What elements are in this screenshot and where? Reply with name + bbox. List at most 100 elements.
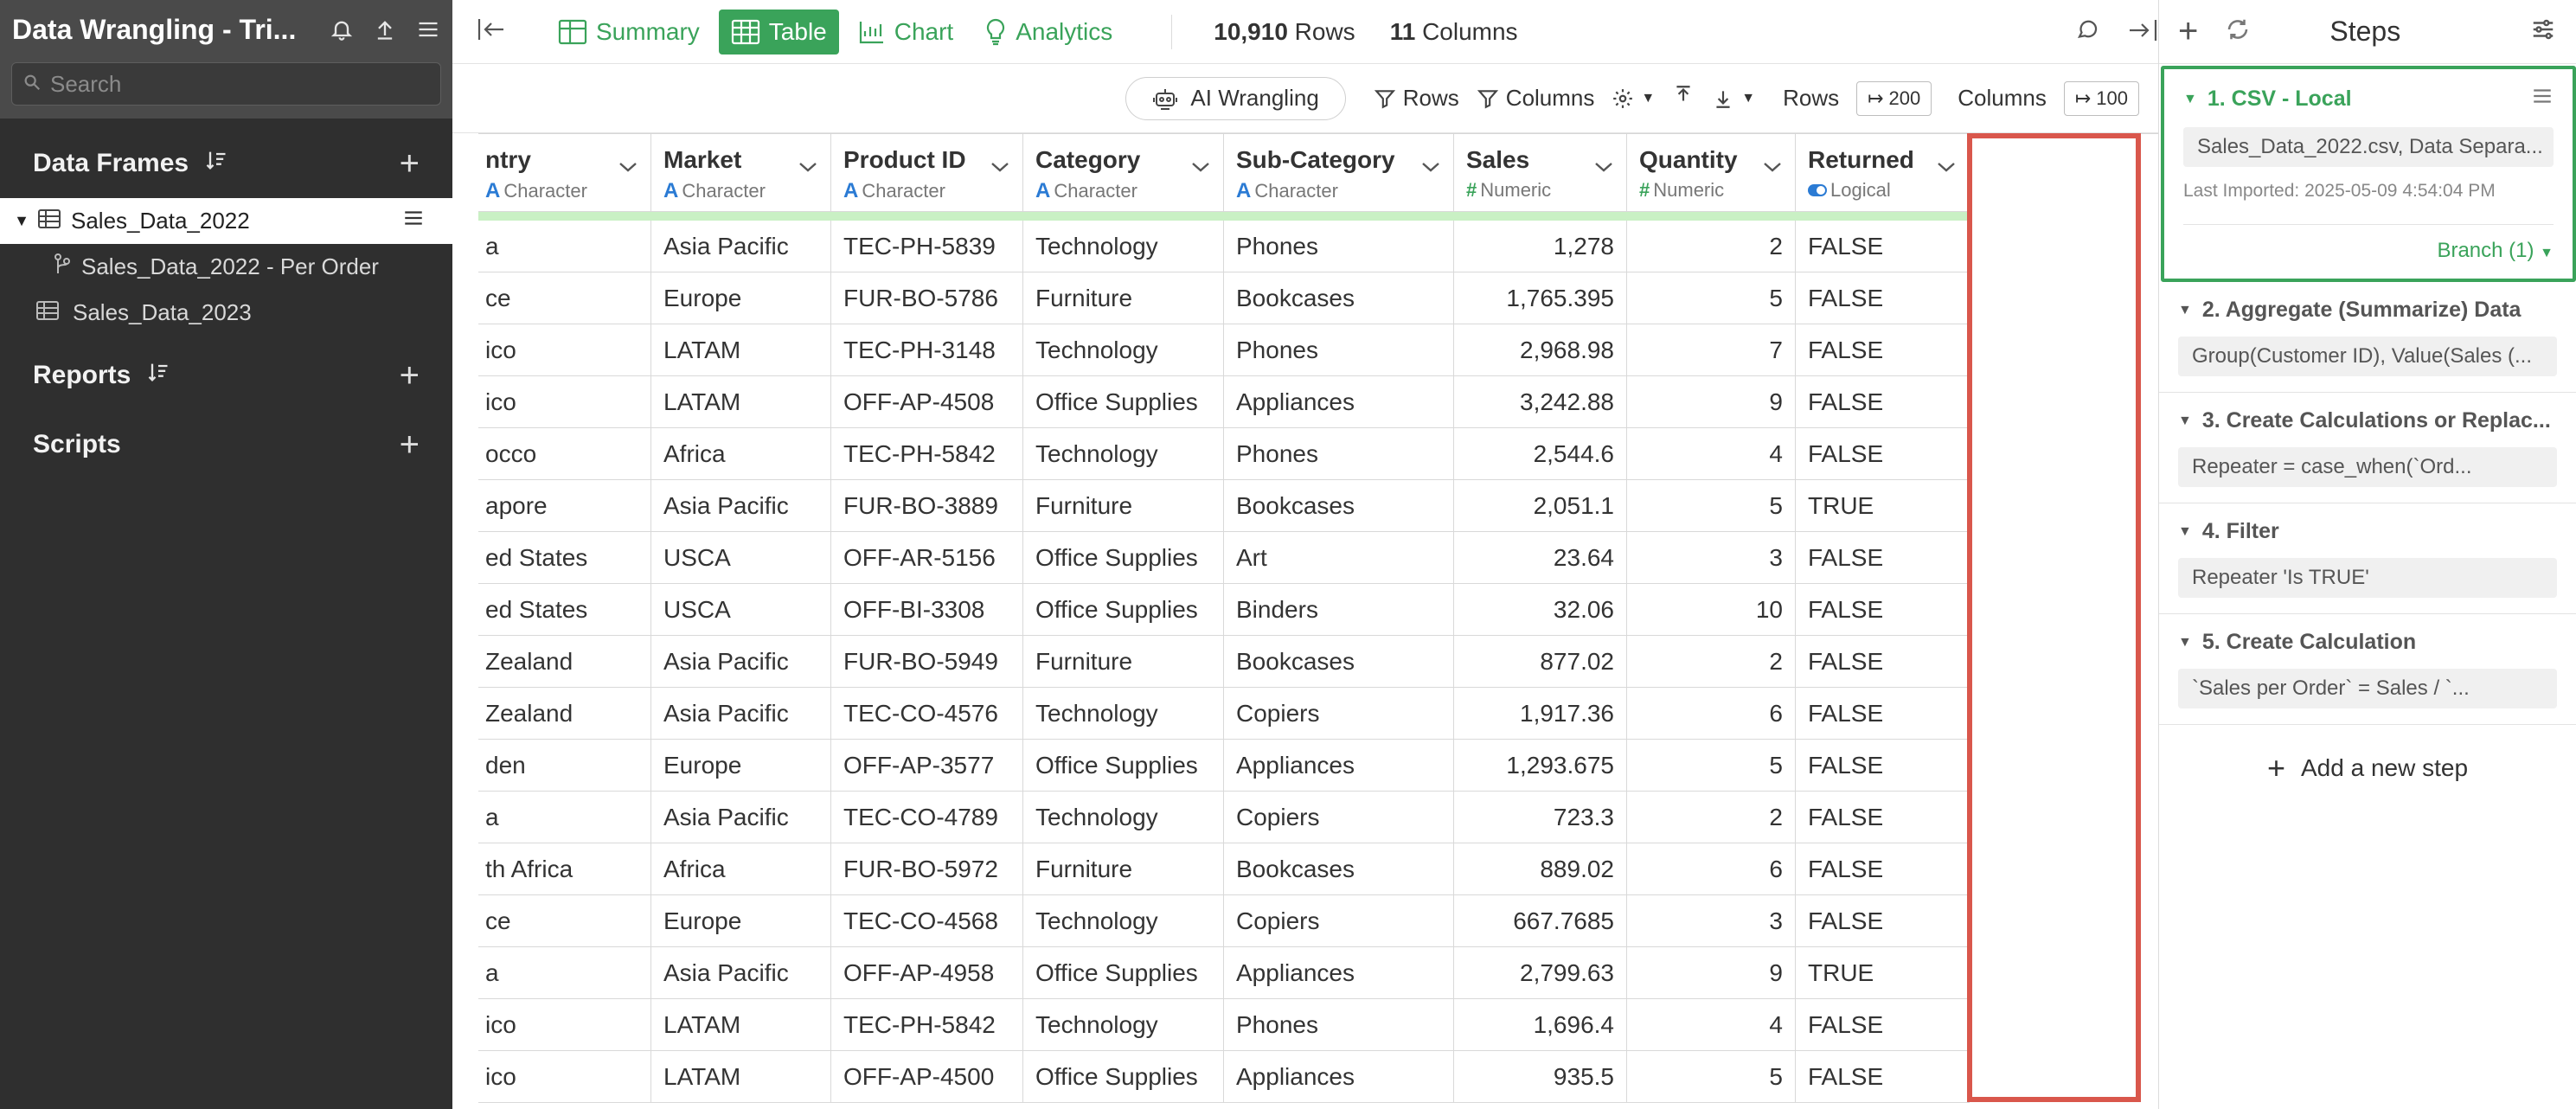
table-cell[interactable]: 9 [1627,376,1796,428]
settings-dropdown[interactable]: ▼ [1612,87,1655,110]
chevron-down-icon[interactable] [990,160,1010,178]
table-cell[interactable]: Africa [651,428,831,480]
refresh-icon[interactable] [2224,16,2252,47]
search-input[interactable] [50,70,396,98]
tab-chart[interactable]: Chart [846,10,965,54]
table-cell[interactable]: Furniture [1023,843,1224,895]
table-cell[interactable]: Furniture [1023,272,1224,324]
table-cell[interactable]: FALSE [1796,999,1970,1051]
column-header[interactable]: Sub-Category A Character [1224,134,1454,212]
table-cell[interactable]: LATAM [651,999,831,1051]
table-cell[interactable]: FALSE [1796,895,1970,947]
table-cell[interactable]: FUR-BO-5786 [831,272,1023,324]
table-cell[interactable]: 4 [1627,999,1796,1051]
table-cell[interactable]: FALSE [1796,428,1970,480]
table-cell[interactable]: TEC-PH-5842 [831,999,1023,1051]
table-cell[interactable]: FALSE [1796,843,1970,895]
table-cell[interactable]: FALSE [1796,532,1970,584]
table-cell[interactable]: FALSE [1796,376,1970,428]
step-menu-icon[interactable] [2531,85,2554,113]
sort-icon[interactable] [146,360,170,391]
caret-down-icon[interactable]: ▼ [10,212,33,230]
table-cell[interactable]: 1,293.675 [1454,740,1627,792]
table-cell[interactable]: Asia Pacific [651,947,831,999]
caret-down-icon[interactable]: ▼ [2178,635,2192,651]
table-cell[interactable]: Zealand [478,636,651,688]
column-header[interactable]: Category A Character [1023,134,1224,212]
table-cell[interactable]: TEC-PH-5839 [831,221,1023,272]
table-cell[interactable]: ico [478,1051,651,1103]
table-cell[interactable]: 32.06 [1454,584,1627,636]
table-cell[interactable]: FALSE [1796,792,1970,843]
table-cell[interactable]: den [478,740,651,792]
table-cell[interactable]: 2 [1627,221,1796,272]
table-cell[interactable]: Copiers [1224,688,1454,740]
table-cell[interactable]: FUR-BO-3889 [831,480,1023,532]
column-header[interactable]: Quantity # Numeric [1627,134,1796,212]
table-cell[interactable]: TEC-PH-5842 [831,428,1023,480]
project-title[interactable]: Data Wrangling - Tri... [12,14,315,46]
table-cell[interactable]: Europe [651,895,831,947]
add-new-step-button[interactable]: + Add a new step [2159,725,2576,811]
upload-icon[interactable] [1672,84,1695,112]
table-cell[interactable]: LATAM [651,376,831,428]
table-cell[interactable]: 2 [1627,792,1796,843]
table-cell[interactable]: 889.02 [1454,843,1627,895]
table-cell[interactable]: LATAM [651,1051,831,1103]
step-create-calculation[interactable]: ▼ 5. Create Calculation `Sales per Order… [2159,614,2576,725]
table-cell[interactable]: 2,544.6 [1454,428,1627,480]
table-cell[interactable]: Europe [651,272,831,324]
step-create-calculations[interactable]: ▼ 3. Create Calculations or Replac... Re… [2159,393,2576,503]
table-cell[interactable]: Office Supplies [1023,376,1224,428]
table-cell[interactable]: 6 [1627,688,1796,740]
caret-down-icon[interactable]: ▼ [2178,413,2192,429]
caret-down-icon[interactable]: ▼ [2183,92,2197,107]
table-cell[interactable]: 2,799.63 [1454,947,1627,999]
table-cell[interactable]: 9 [1627,947,1796,999]
comment-icon[interactable] [2075,17,2101,48]
table-cell[interactable]: FALSE [1796,221,1970,272]
table-cell[interactable]: Technology [1023,324,1224,376]
table-cell[interactable]: 1,765.395 [1454,272,1627,324]
table-cell[interactable]: Technology [1023,895,1224,947]
table-cell[interactable]: 723.3 [1454,792,1627,843]
table-cell[interactable]: 667.7685 [1454,895,1627,947]
table-cell[interactable]: Asia Pacific [651,480,831,532]
table-cell[interactable]: ce [478,272,651,324]
rows-limit-input[interactable]: ↦ 200 [1856,80,1932,116]
branch-dropdown[interactable]: Branch (1) ▼ [2183,224,2554,263]
caret-down-icon[interactable]: ▼ [2178,524,2192,540]
table-cell[interactable]: a [478,792,651,843]
ai-wrangling-button[interactable]: AI Wrangling [1125,76,1346,120]
table-cell[interactable]: OFF-AP-3577 [831,740,1023,792]
table-cell[interactable]: TEC-CO-4789 [831,792,1023,843]
table-cell[interactable]: ed States [478,532,651,584]
table-cell[interactable]: 23.64 [1454,532,1627,584]
table-cell[interactable]: OFF-BI-3308 [831,584,1023,636]
table-cell[interactable]: FUR-BO-5949 [831,636,1023,688]
tab-table[interactable]: Table [718,9,839,54]
table-cell[interactable]: OFF-AP-4508 [831,376,1023,428]
sidebar-item-sales-data-2022[interactable]: ▼ Sales_Data_2022 [0,198,452,244]
table-cell[interactable]: 4 [1627,428,1796,480]
table-cell[interactable]: Phones [1224,221,1454,272]
table-cell[interactable]: Zealand [478,688,651,740]
bell-icon[interactable] [330,17,354,42]
table-cell[interactable]: 1,278 [1454,221,1627,272]
table-cell[interactable]: 1,917.36 [1454,688,1627,740]
table-cell[interactable]: Europe [651,740,831,792]
table-cell[interactable]: Office Supplies [1023,947,1224,999]
table-cell[interactable]: FALSE [1796,688,1970,740]
sidebar-item-sales-data-2022-per-order[interactable]: Sales_Data_2022 - Per Order [0,244,452,290]
columns-filter-button[interactable]: Columns [1477,85,1594,112]
table-cell[interactable]: Furniture [1023,480,1224,532]
tab-summary[interactable]: Summary [546,10,712,54]
column-header[interactable]: Sales # Numeric [1454,134,1627,212]
table-cell[interactable]: Bookcases [1224,480,1454,532]
table-cell[interactable]: LATAM [651,324,831,376]
chevron-down-icon[interactable] [798,160,818,178]
table-cell[interactable]: FALSE [1796,636,1970,688]
table-cell[interactable]: a [478,947,651,999]
table-cell[interactable]: Appliances [1224,1051,1454,1103]
table-cell[interactable]: Appliances [1224,740,1454,792]
